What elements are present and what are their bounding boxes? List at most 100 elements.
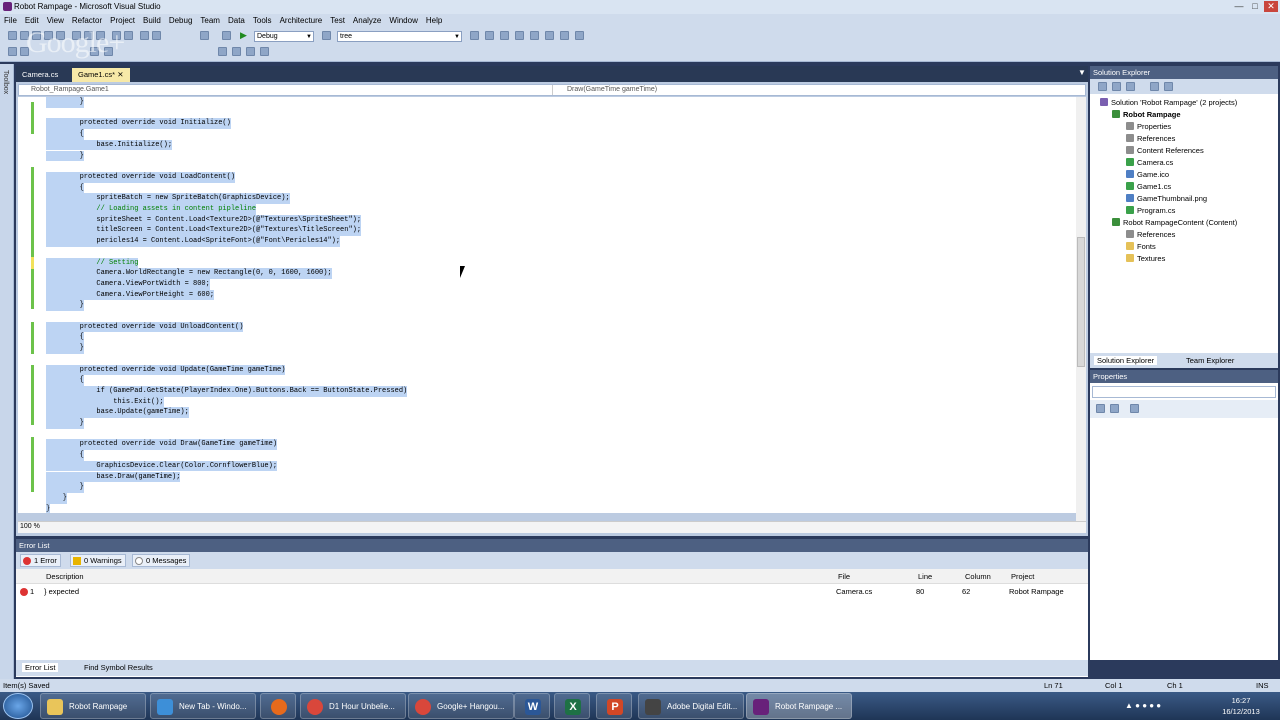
tab-list-icon[interactable]: ▼ [1078, 68, 1086, 77]
tree-item-content-project[interactable]: Robot RampageContent (Content) [1112, 217, 1237, 229]
menu-window[interactable]: Window [385, 14, 421, 27]
menu-analyze[interactable]: Analyze [349, 14, 385, 27]
maximize-button[interactable]: □ [1248, 1, 1262, 12]
object-browser-icon[interactable] [500, 31, 509, 40]
system-clock[interactable]: 16:27 16/12/2013 [1218, 695, 1264, 717]
extension-manager-icon[interactable] [545, 31, 554, 40]
taskbar-word[interactable]: W [514, 693, 550, 719]
clear-bookmarks-icon[interactable] [232, 47, 241, 56]
tab-find-symbol-results[interactable]: Find Symbol Results [84, 663, 153, 672]
zoom-level[interactable]: 100 % [20, 523, 40, 530]
menu-build[interactable]: Build [139, 14, 165, 27]
code-editor[interactable]: } protected override void Initialize() {… [18, 97, 1076, 513]
tree-item-properties[interactable]: Properties [1126, 121, 1171, 133]
tree-item-program-cs[interactable]: Program.cs [1126, 205, 1175, 217]
tree-item-textures[interactable]: Textures [1126, 253, 1165, 265]
column-header-file[interactable]: File [838, 572, 850, 581]
toolbox-icon[interactable] [515, 31, 524, 40]
minimize-button[interactable]: — [1232, 1, 1246, 12]
new-project-icon[interactable] [8, 31, 17, 40]
menu-data[interactable]: Data [224, 14, 249, 27]
menu-test[interactable]: Test [326, 14, 349, 27]
solution-config-select[interactable]: Debug ▼ [254, 31, 314, 42]
class-dropdown[interactable]: Robot_Rampage.Game1 [19, 85, 553, 95]
show-all-files-icon[interactable] [1112, 82, 1121, 91]
column-header-project[interactable]: Project [1011, 572, 1034, 581]
taskbar-excel[interactable]: X [554, 693, 590, 719]
column-header-column[interactable]: Column [965, 572, 991, 581]
menu-help[interactable]: Help [422, 14, 446, 27]
alphabetical-icon[interactable] [1110, 404, 1119, 413]
column-header-line[interactable]: Line [918, 572, 932, 581]
scrollbar-thumb[interactable] [1077, 237, 1085, 367]
tab-solution-explorer[interactable]: Solution Explorer [1094, 356, 1158, 365]
redo-icon[interactable] [124, 31, 133, 40]
taskbar-visual-studio[interactable]: Robot Rampage ... [746, 693, 852, 719]
find-combo[interactable]: tree ▼ [337, 31, 462, 42]
next-bookmark-icon[interactable] [218, 47, 227, 56]
table-row[interactable]: 1 } expected Camera.cs 80 62 Robot Rampa… [16, 585, 1088, 598]
taskbar-firefox[interactable] [260, 693, 296, 719]
tab-team-explorer[interactable]: Team Explorer [1186, 356, 1234, 365]
taskbar-explorer-robot-rampage[interactable]: Robot Rampage [40, 693, 146, 719]
close-button[interactable]: ✕ [1264, 1, 1278, 12]
tree-item-references[interactable]: References [1126, 133, 1175, 145]
indent-icon[interactable] [8, 47, 17, 56]
view-class-diagram-icon[interactable] [1164, 82, 1173, 91]
start-page-icon[interactable] [560, 31, 569, 40]
tree-item-game1-cs[interactable]: Game1.cs [1126, 181, 1171, 193]
step-over-icon[interactable] [260, 47, 269, 56]
team-explorer-icon[interactable] [530, 31, 539, 40]
find-in-files-icon[interactable] [322, 31, 331, 40]
tree-item-content-references-2[interactable]: References [1126, 229, 1175, 241]
messages-filter-button[interactable]: 0 Messages [132, 554, 191, 567]
editor-vertical-scrollbar[interactable] [1076, 97, 1086, 521]
tree-item-gamethumbnail-png[interactable]: GameThumbnail.png [1126, 193, 1207, 205]
zoom-icon[interactable] [200, 31, 209, 40]
tree-item-game-ico[interactable]: Game.ico [1126, 169, 1169, 181]
categorized-icon[interactable] [1096, 404, 1105, 413]
column-header-description[interactable]: Description [46, 572, 84, 581]
properties-icon[interactable] [1098, 82, 1107, 91]
start-button[interactable] [3, 693, 33, 719]
tree-item-robot-rampage[interactable]: Robot Rampage [1112, 109, 1181, 121]
toolbox-strip[interactable]: Toolbox [0, 64, 14, 684]
view-code-icon[interactable] [1150, 82, 1159, 91]
change-marker [31, 167, 34, 257]
properties-object-select[interactable] [1092, 386, 1276, 398]
taskbar-chrome-1[interactable]: D1 Hour Unbelie... [300, 693, 406, 719]
tree-item-camera-cs[interactable]: Camera.cs [1126, 157, 1173, 169]
menu-debug[interactable]: Debug [165, 14, 197, 27]
refresh-icon[interactable] [1126, 82, 1135, 91]
member-dropdown[interactable]: Draw(GameTime gameTime) [555, 85, 1085, 95]
tab-error-list[interactable]: Error List [22, 663, 59, 672]
navigate-back-icon[interactable] [140, 31, 149, 40]
tree-item-content-references[interactable]: Content References [1126, 145, 1204, 157]
tab-camera-cs[interactable]: Camera.cs [16, 68, 64, 82]
taskbar-powerpoint[interactable]: P [596, 693, 632, 719]
tree-item-solution[interactable]: Solution 'Robot Rampage' (2 projects) [1100, 97, 1237, 109]
find-combo-value: tree [340, 33, 353, 40]
property-pages-icon[interactable] [1130, 404, 1139, 413]
start-debugging-icon[interactable]: ▶ [240, 30, 247, 41]
errors-filter-button[interactable]: 1 Error [20, 554, 61, 567]
tree-item-fonts[interactable]: Fonts [1126, 241, 1156, 253]
code-line: } [46, 418, 84, 429]
navigate-forward-icon[interactable] [152, 31, 161, 40]
tab-game1-cs[interactable]: Game1.cs* ✕ [72, 68, 130, 82]
taskbar-ie-new-tab[interactable]: New Tab - Windo... [150, 693, 256, 719]
warnings-filter-button[interactable]: 0 Warnings [70, 554, 126, 567]
solution-explorer-icon[interactable] [470, 31, 479, 40]
tray-icons[interactable]: ▲ ● ● ● ● [1125, 701, 1161, 710]
menu-architecture[interactable]: Architecture [276, 14, 327, 27]
step-into-icon[interactable] [246, 47, 255, 56]
command-window-icon[interactable] [575, 31, 584, 40]
menu-tools[interactable]: Tools [249, 14, 276, 27]
properties-window-icon[interactable] [485, 31, 494, 40]
taskbar-adobe-digital-editions[interactable]: Adobe Digital Edit... [638, 693, 744, 719]
taskbar-chrome-2[interactable]: Google+ Hangou... [408, 693, 514, 719]
close-tab-icon[interactable]: ✕ [117, 70, 123, 79]
menu-file[interactable]: File [0, 14, 21, 27]
comment-icon[interactable] [222, 31, 231, 40]
menu-team[interactable]: Team [196, 14, 224, 27]
